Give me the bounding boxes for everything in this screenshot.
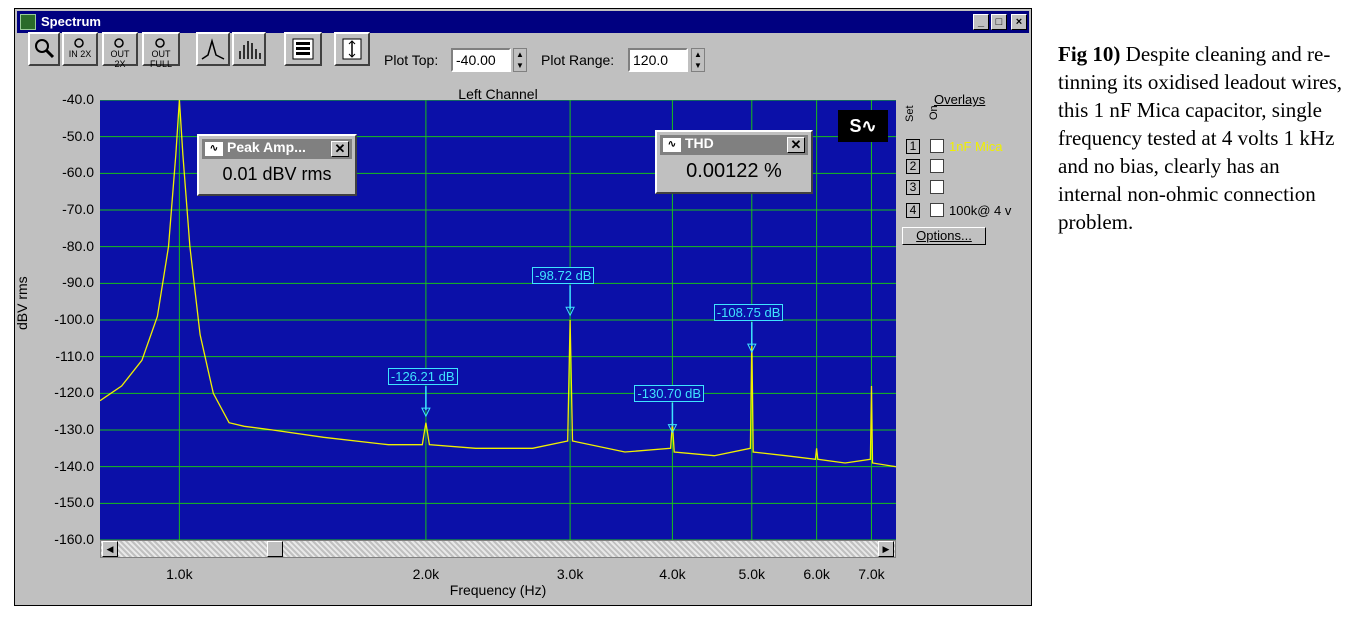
zoom-out-full-button[interactable]: OUT FULL (142, 32, 180, 69)
plot-top-spinner[interactable]: ▲ ▼ (513, 48, 527, 72)
line-graph-button[interactable] (196, 32, 230, 66)
y-tick-label: -100.0 (54, 311, 94, 327)
panel-icon (292, 38, 314, 60)
line-graph-icon (201, 38, 225, 60)
peak-amp-close-icon[interactable]: ✕ (331, 141, 349, 157)
peak-amp-header[interactable]: ∿ Peak Amp... ✕ (202, 139, 352, 159)
plot-top-label: Plot Top: (384, 52, 439, 68)
overlay-name-1: 1nF Mica (949, 139, 1003, 154)
bar-graph-icon (239, 41, 261, 59)
zoom-tool-button[interactable] (28, 32, 60, 66)
title-bar[interactable]: Spectrum _ □ × (17, 11, 1029, 33)
x-tick-label: 3.0k (556, 566, 584, 582)
y-tick-label: -90.0 (62, 274, 94, 291)
overlay-on-4-checkbox[interactable] (930, 203, 944, 217)
scroll-right-arrow-icon[interactable]: ▶ (878, 541, 894, 557)
overlay-on-3-checkbox[interactable] (930, 180, 944, 194)
zoom-in-icon (74, 38, 84, 48)
window-title: Spectrum (41, 14, 101, 29)
zoom-out-2x-button[interactable]: OUT 2X (102, 32, 138, 69)
options-button[interactable]: Options... (902, 227, 986, 245)
overlay-set-3-button[interactable]: 3 (906, 180, 920, 195)
thd-title: THD (685, 135, 714, 151)
x-tick-label: 1.0k (166, 566, 193, 582)
plot-range-label: Plot Range: (541, 52, 615, 68)
x-tick-label: 6.0k (803, 566, 830, 582)
zoom-out-icon (114, 38, 124, 48)
x-tick-label: 5.0k (738, 566, 766, 582)
y-axis-label: dBV rms (14, 276, 30, 330)
x-tick-label: 2.0k (412, 566, 440, 582)
scroll-thumb[interactable] (267, 541, 283, 557)
plot-range-spinner[interactable]: ▲ ▼ (691, 48, 705, 72)
peak-amp-meter[interactable]: ∿ Peak Amp... ✕ 0.01 dBV rms (197, 134, 357, 196)
peak-value-label: -130.70 dB (634, 384, 705, 402)
y-tick-label: -160.0 (54, 531, 94, 547)
bar-graph-button[interactable] (232, 32, 266, 66)
overlay-set-4-button[interactable]: 4 (906, 203, 920, 218)
overlay-on-1-checkbox[interactable] (930, 139, 944, 153)
y-tick-label: -150.0 (54, 494, 94, 511)
zoom-full-icon (155, 38, 165, 48)
x-tick-label: 7.0k (858, 566, 885, 582)
autoscale-icon (342, 38, 362, 60)
peak-value-label: -98.72 dB (532, 267, 595, 285)
overlay-set-1-button[interactable]: 1 (906, 139, 920, 154)
magnifier-icon (35, 39, 55, 59)
y-tick-label: -60.0 (62, 164, 94, 181)
figure-caption: Fig 10) Despite cleaning and re-tinning … (1058, 40, 1348, 236)
caption-lead: Fig 10) (1058, 42, 1121, 66)
minimize-button[interactable]: _ (973, 14, 989, 30)
overlay-name-4: 100k@ 4 v (949, 203, 1012, 218)
peak-amp-title: Peak Amp... (227, 139, 306, 155)
overlay-set-2-button[interactable]: 2 (906, 159, 920, 174)
y-tick-label: -50.0 (62, 127, 94, 144)
maximize-button[interactable]: □ (991, 14, 1007, 30)
thd-value: 0.00122 % (686, 160, 782, 182)
zoom-in-2x-button[interactable]: IN 2X (62, 32, 98, 66)
peak-value-label: -126.21 dB (387, 368, 458, 386)
peak-amp-value: 0.01 dBV rms (222, 164, 332, 184)
y-tick-label: -110.0 (55, 347, 94, 364)
thd-close-icon[interactable]: ✕ (787, 137, 805, 153)
zoom-out-label: OUT 2X (110, 49, 130, 69)
caption-text: Despite cleaning and re-tinning its oxid… (1058, 42, 1343, 234)
zoom-in-label: IN 2X (68, 49, 92, 59)
overlay-on-2-checkbox[interactable] (930, 159, 944, 173)
overlays-title: Overlays (934, 92, 986, 107)
y-tick-label: -40.0 (62, 91, 94, 107)
autoscale-button[interactable] (334, 32, 370, 66)
plot-top-input[interactable]: -40.00 (451, 48, 511, 72)
overlays-set-header: Set (904, 105, 916, 122)
horizontal-scrollbar[interactable]: ◀ ▶ (100, 540, 896, 558)
waveform-icon: ∿ (663, 138, 681, 152)
zoom-full-label: OUT FULL (149, 49, 172, 69)
spectralab-logo-icon: S∿ (838, 110, 888, 142)
settings-panel-button[interactable] (284, 32, 322, 66)
y-tick-label: -80.0 (62, 237, 94, 254)
plot-range-input[interactable]: 120.0 (628, 48, 688, 72)
scroll-left-arrow-icon[interactable]: ◀ (102, 541, 118, 557)
close-button[interactable]: × (1011, 14, 1027, 30)
app-icon (20, 14, 36, 30)
peak-value-label: -108.75 dB (713, 304, 784, 322)
y-tick-label: -120.0 (54, 384, 94, 401)
thd-header[interactable]: ∿ THD ✕ (660, 135, 808, 155)
waveform-icon: ∿ (205, 142, 223, 156)
x-axis-label: Frequency (Hz) (449, 582, 547, 598)
y-tick-label: -140.0 (54, 457, 94, 474)
thd-meter[interactable]: ∿ THD ✕ 0.00122 % (655, 130, 813, 194)
y-tick-label: -70.0 (62, 201, 94, 217)
overlays-on-header: On (928, 105, 940, 120)
y-tick-label: -130.0 (54, 421, 94, 437)
x-tick-label: 4.0k (659, 566, 686, 582)
